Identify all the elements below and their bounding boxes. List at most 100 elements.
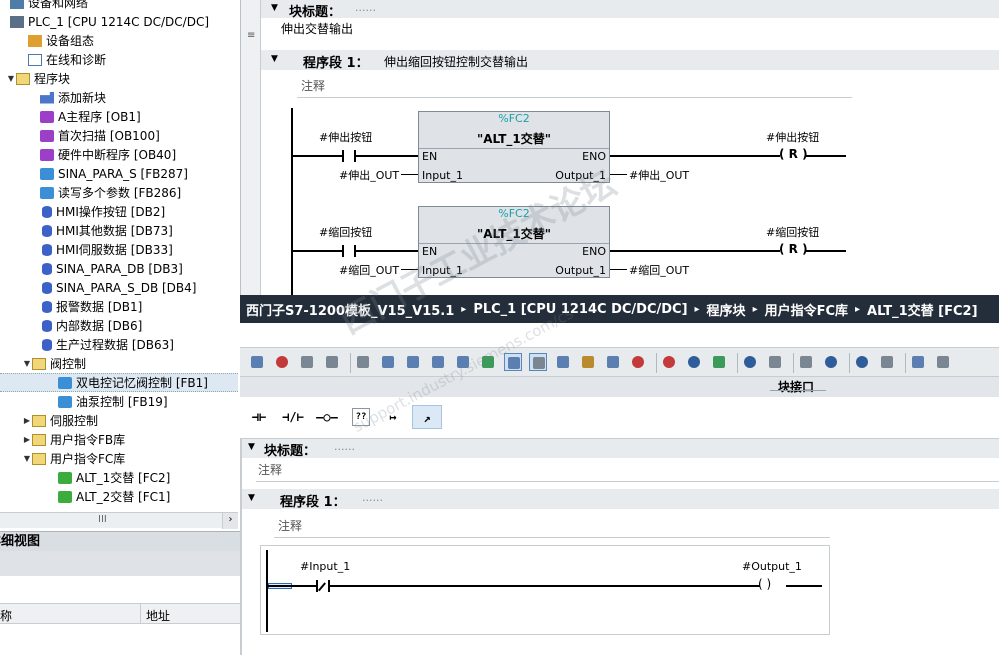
front-segment-comment[interactable]: 注释 [278, 517, 302, 534]
expand-arrow-icon[interactable]: ▶ [22, 435, 32, 444]
front-block-title-dots[interactable]: ...... [334, 440, 355, 453]
tree-item[interactable]: A主程序 [OB1] [0, 107, 238, 126]
rung2-fc-box[interactable]: %FC2 "ALT_1交替" EN ENO Input_1 Output_1 [418, 206, 610, 278]
expand-arrow-icon[interactable]: ▼ [22, 359, 32, 368]
network-1-box[interactable] [260, 545, 830, 635]
collapse-arrow-icon[interactable]: ▼ [271, 54, 278, 64]
insert-network-icon[interactable] [248, 353, 266, 371]
column-name[interactable]: 名称 [0, 607, 12, 624]
download-icon[interactable] [710, 353, 728, 371]
rung2-input-operand[interactable]: #缩回_OUT [339, 262, 399, 278]
no-contact-icon[interactable]: ⊣⊢ [244, 405, 274, 429]
collapse-networks-icon[interactable] [429, 353, 447, 371]
tree-item[interactable]: ▼ 阀控制 [0, 354, 238, 373]
favorites-icon[interactable] [479, 353, 497, 371]
tree-item[interactable]: 硬件中断程序 [OB40] [0, 145, 238, 164]
rung2-reset-coil[interactable]: ( R ) [779, 242, 808, 256]
rung1-coil-operand[interactable]: #伸出按钮 [766, 129, 819, 145]
front-block-comment[interactable]: 注释 [258, 461, 282, 478]
open-branch-icon[interactable]: ↦ [378, 405, 408, 429]
database-icon[interactable] [934, 353, 952, 371]
tree-item[interactable]: HMI伺服数据 [DB33] [0, 240, 238, 259]
open-all-icon[interactable] [504, 353, 522, 371]
expand-arrow-icon[interactable]: ▼ [6, 74, 16, 83]
status-on-icon[interactable] [797, 353, 815, 371]
expand-arrow-icon[interactable]: ▼ [22, 454, 32, 463]
details-view-header[interactable]: 详细视图 [0, 531, 240, 551]
breadcrumb-project[interactable]: 西门子S7-1200模板_V15_V15.1 [246, 300, 454, 319]
front-segment-bar[interactable]: ▼ 程序段 1： ...... [242, 489, 999, 510]
delete-network-icon[interactable] [273, 353, 291, 371]
watch-on-icon[interactable] [629, 353, 647, 371]
tree-item[interactable]: 油泵控制 [FB19] [0, 392, 238, 411]
tree-horizontal-scrollbar[interactable]: III › [0, 512, 238, 529]
tree-item[interactable]: 双电控记忆阀控制 [FB1] [0, 373, 238, 392]
rung2-fc-name[interactable]: "ALT_1交替" [419, 225, 609, 243]
tree-item[interactable]: 生产过程数据 [DB63] [0, 335, 238, 354]
tree-item[interactable]: PLC_1 [CPU 1214C DC/DC/DC] [0, 12, 238, 31]
modify-icon[interactable] [685, 353, 703, 371]
front-contact-operand[interactable]: #Input_1 [300, 560, 350, 573]
step-forward-icon[interactable] [853, 353, 871, 371]
display-comments-icon[interactable] [379, 353, 397, 371]
tree-item[interactable]: ALT_2交替 [FC1] [0, 487, 238, 506]
tree-item[interactable]: HMI其他数据 [DB73] [0, 221, 238, 240]
segment-bar[interactable]: ▼ 程序段 1： 伸出缩回按钮控制交替输出 [261, 50, 999, 71]
rung2-coil-operand[interactable]: #缩回按钮 [766, 224, 819, 240]
tree-item[interactable]: 添加新块 [0, 88, 238, 107]
collapse-arrow-icon[interactable]: ▼ [271, 3, 278, 13]
tree-item[interactable]: ALT_1交替 [FC2] [0, 468, 238, 487]
front-coil[interactable]: ( ) [758, 577, 771, 591]
tree-item[interactable]: 内部数据 [DB6] [0, 316, 238, 335]
close-all-icon[interactable] [529, 353, 547, 371]
coil-icon[interactable]: –○– [312, 405, 342, 429]
go-to-next-icon[interactable] [766, 353, 784, 371]
breadcrumb-plc[interactable]: PLC_1 [CPU 1214C DC/DC/DC] [473, 302, 687, 317]
tree-item[interactable]: HMI操作按钮 [DB2] [0, 202, 238, 221]
tree-item[interactable]: 设备和网络 [0, 0, 238, 12]
nc-contact-icon[interactable]: ⊣/⊢ [278, 405, 308, 429]
scroll-thumb[interactable]: III [98, 514, 107, 525]
switch-view-icon[interactable] [554, 353, 572, 371]
tree-item[interactable]: 首次扫描 [OB100] [0, 126, 238, 145]
editor-title-bar[interactable]: 西门子S7-1200模板_V15_V15.1 ▸ PLC_1 [CPU 1214… [240, 295, 999, 323]
rung1-contact[interactable] [342, 150, 344, 162]
rung1-reset-coil[interactable]: ( R ) [779, 147, 808, 161]
block-interface-bar[interactable]: 块接口 [240, 377, 999, 397]
scroll-right-button[interactable]: › [222, 513, 238, 529]
rung1-input-operand[interactable]: #伸出_OUT [339, 167, 399, 183]
tree-item[interactable]: SINA_PARA_DB [DB3] [0, 259, 238, 278]
rung2-contact-operand[interactable]: #缩回按钮 [319, 224, 372, 240]
column-address[interactable]: 地址 [146, 607, 170, 624]
empty-box-icon[interactable]: ?? [352, 408, 370, 426]
block-title-text[interactable]: 伸出交替输出 [281, 20, 353, 37]
rung1-contact-operand[interactable]: #伸出按钮 [319, 129, 372, 145]
front-coil-operand[interactable]: #Output_1 [742, 560, 802, 573]
tree-item[interactable]: SINA_PARA_S_DB [DB4] [0, 278, 238, 297]
tree-item[interactable]: 设备组态 [0, 31, 238, 50]
close-branch-icon[interactable]: ↗ [412, 405, 442, 429]
abs-to-symbolic-icon[interactable] [354, 353, 372, 371]
tree-item[interactable]: ▼ 程序块 [0, 69, 238, 88]
tree-item[interactable]: 报警数据 [DB1] [0, 297, 238, 316]
breadcrumb-fc-library[interactable]: 用户指令FC库 [765, 300, 848, 319]
rung1-fc-box[interactable]: %FC2 "ALT_1交替" EN ENO Input_1 Output_1 [418, 111, 610, 183]
rung1-output-operand[interactable]: #伸出_OUT [629, 167, 689, 183]
go-to-previous-icon[interactable] [741, 353, 759, 371]
add-row-icon[interactable] [323, 353, 341, 371]
insert-row-icon[interactable] [298, 353, 316, 371]
block-title-bar[interactable]: ▼ 块标题： ...... [261, 0, 999, 20]
interface-splitter[interactable] [770, 390, 826, 396]
expand-networks-icon[interactable] [404, 353, 422, 371]
tree-item[interactable]: 读写多个参数 [FB286] [0, 183, 238, 202]
tree-item[interactable]: ▶ 用户指令FB库 [0, 430, 238, 449]
block-title-dots[interactable]: ...... [355, 1, 376, 14]
collapse-arrow-icon[interactable]: ▼ [248, 493, 255, 503]
breadcrumb-program-blocks[interactable]: 程序块 [707, 300, 746, 319]
reference-icon[interactable] [909, 353, 927, 371]
tree-item[interactable]: SINA_PARA_S [FB287] [0, 164, 238, 183]
monitor-icon[interactable] [878, 353, 896, 371]
segment-title-text[interactable]: 伸出缩回按钮控制交替输出 [384, 53, 528, 70]
front-segment-dots[interactable]: ...... [362, 491, 383, 504]
collapse-arrow-icon[interactable]: ▼ [248, 442, 255, 452]
